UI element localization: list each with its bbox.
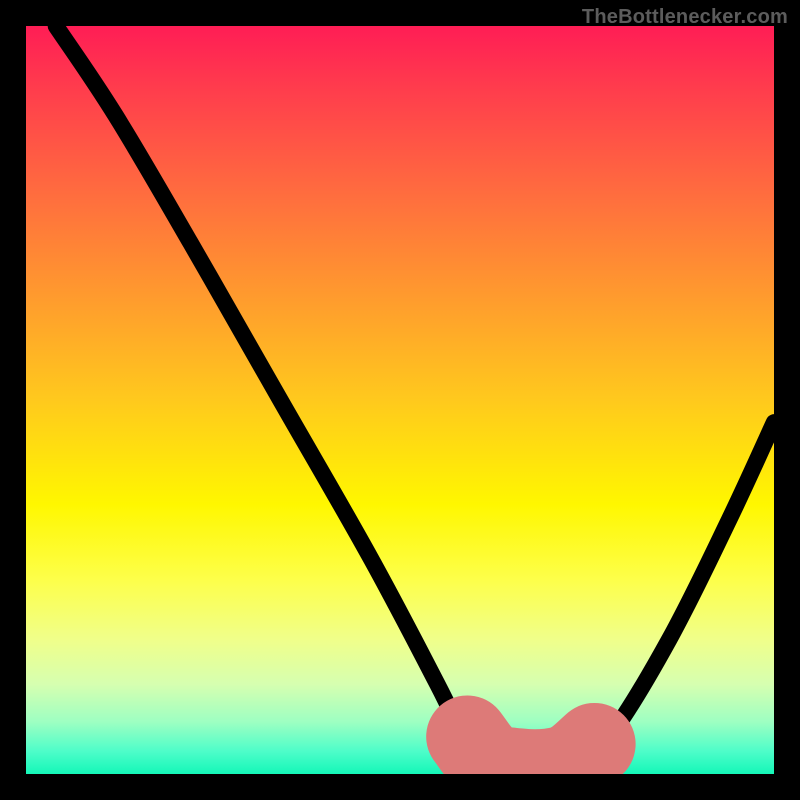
chart-frame: TheBottlenecker.com [0,0,800,800]
curve-layer [26,26,774,774]
watermark-text: TheBottlenecker.com [582,6,788,29]
optimal-range-marker [467,737,594,771]
plot-area [26,26,774,774]
optimal-range-lead-dot [448,710,464,726]
bottleneck-curve [56,26,774,774]
